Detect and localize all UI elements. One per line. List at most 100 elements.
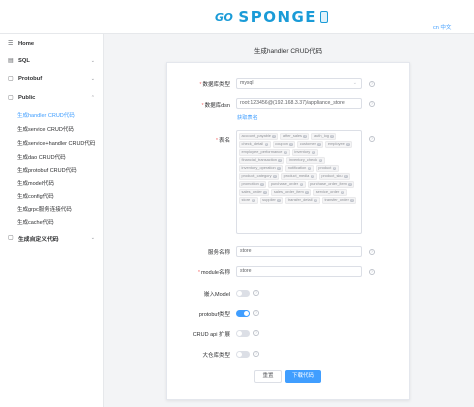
help-icon[interactable]: ? (253, 290, 259, 296)
sidebar-subitem-service-crud[interactable]: 生成service CRUD代码 (17, 125, 74, 133)
close-icon[interactable]: × (278, 158, 282, 162)
table-tag-label: inventory (294, 149, 311, 154)
sidebar-subitem-dao-crud[interactable]: 生成dao CRUD代码 (17, 153, 66, 161)
crud-api-ext-label: CRUD api 扩展 (192, 332, 230, 338)
close-icon[interactable]: × (346, 142, 350, 146)
table-tag-label: coupon (275, 141, 288, 146)
switch-knob (237, 291, 242, 296)
close-icon[interactable]: × (260, 182, 264, 186)
sidebar-subitem-cache[interactable]: 生成cache代码 (17, 218, 54, 226)
download-code-button[interactable]: 下载代码 (285, 370, 321, 383)
close-icon[interactable]: × (307, 166, 312, 170)
table-tag: purchase_order_item × (307, 181, 355, 188)
table-tag: financial_transaction × (239, 157, 285, 164)
sidebar-item-home[interactable]: ☰ Home (0, 36, 104, 52)
large-repo-switch[interactable] (236, 351, 250, 358)
close-icon[interactable]: × (330, 134, 334, 138)
close-icon[interactable]: × (310, 174, 315, 178)
close-icon[interactable]: × (318, 158, 323, 162)
sidebar-subitem-handler-crud[interactable]: 生成handler CRUD代码 (17, 111, 75, 119)
table-tag: product × (315, 165, 339, 172)
chevron-down-icon: ⌄ (90, 58, 95, 64)
close-icon[interactable]: × (350, 198, 354, 202)
close-icon[interactable]: × (299, 182, 304, 186)
protobuf-type-switch[interactable] (236, 310, 250, 317)
close-icon[interactable]: × (273, 174, 277, 178)
chevron-up-icon: ⌃ (90, 95, 95, 101)
help-icon[interactable]: ? (369, 81, 375, 87)
help-icon[interactable]: ? (253, 310, 259, 316)
close-icon[interactable]: × (305, 190, 309, 194)
go-sponge-logo[interactable]: GO SPONGE (215, 7, 335, 27)
embed-model-switch[interactable] (236, 290, 250, 297)
sidebar-item-sql[interactable]: ▤ SQL ⌄ (0, 53, 104, 69)
sidebar-subitem-service-handler-crud[interactable]: 生成service+handler CRUD代码 (17, 139, 95, 147)
dsn-input[interactable]: root:123456@(192.168.3.37)/appliance_sto… (236, 98, 362, 109)
document-icon: ▢ (8, 95, 14, 101)
page-title: 生成handler CRUD代码 (253, 48, 323, 55)
help-icon[interactable]: ? (253, 351, 259, 357)
close-icon[interactable]: × (303, 134, 307, 138)
module-name-input[interactable]: store (236, 266, 362, 277)
close-icon[interactable]: × (348, 182, 352, 186)
table-tag: coupon × (272, 141, 296, 148)
close-icon[interactable]: × (313, 198, 318, 202)
sidebar-subitem-protobuf-crud[interactable]: 生成protobuf CRUD代码 (17, 166, 77, 174)
help-icon[interactable]: ? (369, 136, 375, 142)
close-icon[interactable]: × (277, 198, 281, 202)
close-icon[interactable]: × (289, 142, 293, 146)
table-tag-label: account_payable (241, 133, 271, 138)
table-tag: promotion × (239, 181, 267, 188)
help-icon[interactable]: ? (253, 330, 259, 336)
table-tag-label: purchase_order_item (310, 181, 347, 186)
protobuf-type-label: protobuf类型 (198, 312, 230, 318)
close-icon[interactable]: × (344, 174, 348, 178)
sidebar-item-custom[interactable]: ▢ 生成自定义代码 ⌄ (0, 230, 104, 246)
close-icon[interactable]: × (263, 190, 267, 194)
close-icon[interactable]: × (264, 142, 269, 146)
crud-api-ext-switch[interactable] (236, 330, 250, 337)
table-tag-label: transfer_detail (287, 197, 313, 202)
close-icon[interactable]: × (311, 150, 316, 154)
table-tag-label: inventory_check (288, 157, 318, 162)
reset-button[interactable]: 重置 (254, 370, 282, 383)
tables-label-text: 表名 (218, 138, 230, 144)
help-icon[interactable]: ? (369, 101, 375, 107)
logo-sponge-text: SPONGE (238, 8, 318, 26)
table-tag-label: sales_order (241, 189, 262, 194)
table-tag: customer × (297, 141, 324, 148)
db-type-select[interactable]: mysql ⌄ (236, 78, 362, 89)
close-icon[interactable]: × (277, 166, 281, 170)
close-icon[interactable]: × (332, 166, 337, 170)
tables-multiselect[interactable]: account_payable × after_sales × auth_log × che… (236, 130, 362, 234)
sidebar-subitem-model[interactable]: 生成model代码 (17, 179, 54, 187)
switch-knob (244, 311, 249, 316)
close-icon[interactable]: × (251, 198, 256, 202)
sidebar-subitem-grpc-conn[interactable]: 生成grpc服务连接代码 (17, 205, 72, 213)
sponge-logo-icon (320, 11, 329, 23)
table-tag: sales_order_item × (271, 189, 312, 196)
table-tag: transfer_order × (321, 197, 357, 204)
close-icon[interactable]: × (283, 150, 288, 154)
table-tag-label: supplier (262, 197, 276, 202)
help-icon[interactable]: ? (369, 269, 375, 275)
service-name-input[interactable]: store (236, 246, 362, 257)
db-type-label: *数据库类型 (199, 82, 230, 88)
table-tag: employee × (325, 141, 353, 148)
sidebar-subitem-config[interactable]: 生成config代码 (17, 192, 54, 200)
chevron-down-icon: ⌄ (90, 235, 95, 241)
table-tag-label: inventory_operation (241, 165, 276, 170)
sidebar-item-protobuf[interactable]: ▢ Protobuf ⌄ (0, 71, 104, 87)
close-icon[interactable]: × (340, 190, 345, 194)
chevron-down-icon: ⌄ (352, 80, 357, 86)
close-icon[interactable]: × (272, 134, 276, 138)
help-icon[interactable]: ? (369, 249, 375, 255)
table-tag: employee_performance × (239, 149, 290, 156)
language-switch[interactable]: cn 中文 (433, 23, 451, 31)
fetch-tables-link[interactable]: 获取表名 (237, 114, 258, 121)
close-icon[interactable]: × (317, 142, 321, 146)
sidebar-item-public[interactable]: ▢ Public ⌃ (0, 90, 104, 106)
table-tag: supplier × (259, 197, 284, 204)
table-tag-label: sales_order_item (273, 189, 304, 194)
table-tag-label: service_order (315, 189, 340, 194)
